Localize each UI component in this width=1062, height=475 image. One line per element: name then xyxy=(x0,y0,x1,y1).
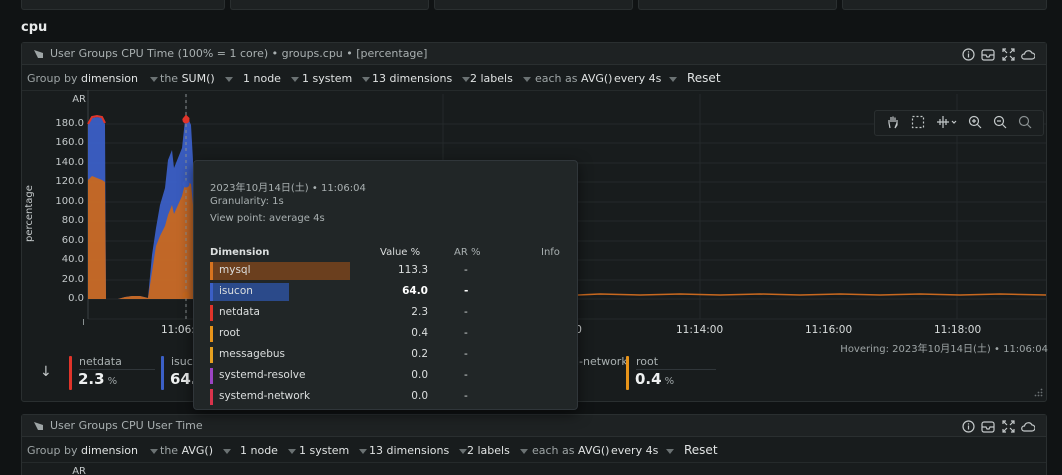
chart-tooltip: 2023年10月14日(土) • 11:06:04 Granularity: 1… xyxy=(193,160,578,410)
legend-item-isucon[interactable]: isuco 64. xyxy=(161,354,200,392)
legend-item-root[interactable]: root 0.4% xyxy=(626,354,716,392)
tooltip-dimension-name: systemd-network xyxy=(219,390,311,402)
x-tick: 11:18:00 xyxy=(934,324,982,336)
panel-header: User Groups CPU User Time xyxy=(22,415,1046,437)
settings-icon[interactable] xyxy=(1020,418,1036,434)
dimensions-select[interactable]: 13 dimensions xyxy=(369,444,468,457)
tooltip-dimension-ar: - xyxy=(464,264,468,276)
zoom-in-icon[interactable] xyxy=(968,115,982,132)
panel-title: User Groups CPU User Time xyxy=(50,419,203,432)
query-toolbar: Group by dimension the AVG() 1 node 1 sy… xyxy=(22,438,1046,463)
hover-timestamp: Hovering: 2023年10月14日(土) • 11:06:04 xyxy=(840,344,1048,355)
tooltip-color-swatch xyxy=(210,389,213,405)
each-as-select[interactable]: each as AVG() xyxy=(532,444,609,457)
legend-item-netdata[interactable]: netdata 2.3% xyxy=(69,354,155,392)
resize-handle-icon[interactable] xyxy=(1034,388,1043,397)
tooltip-granularity: Granularity: 1s xyxy=(210,196,284,207)
ar-label: AR xyxy=(72,466,86,475)
chart-panel-cpu-user-time: User Groups CPU User Time Group by dimen… xyxy=(21,414,1047,475)
tooltip-dimension-value: 2.3 xyxy=(411,306,428,318)
tooltip-row-isucon: isucon 64.0 - xyxy=(210,282,560,301)
dashboard-icon[interactable] xyxy=(980,418,996,434)
tooltip-dimension-value: 0.0 xyxy=(411,369,428,381)
tooltip-dimension-ar: - xyxy=(464,390,468,402)
tooltip-dimension-ar: - xyxy=(464,348,468,360)
tooltip-row-systemd-network: systemd-network 0.0 - xyxy=(210,387,560,405)
reset-zoom-icon[interactable] xyxy=(1018,115,1032,132)
aggregation-select[interactable]: the AVG() xyxy=(160,444,232,457)
tooltip-header-value: Value % xyxy=(380,247,421,258)
chart-icon xyxy=(34,422,43,430)
tooltip-color-swatch xyxy=(210,368,213,384)
tooltip-row-mysql: mysql 113.3 - xyxy=(210,261,560,280)
x-tick: 11:14:00 xyxy=(676,324,724,336)
tooltip-dimension-name: root xyxy=(219,327,241,339)
tooltip-dimension-value: 0.2 xyxy=(411,348,428,360)
interval-select[interactable]: every 4s xyxy=(611,444,675,457)
tooltip-view-point: View point: average 4s xyxy=(210,213,325,224)
nodes-select[interactable]: 1 node xyxy=(240,444,296,457)
group-by-select[interactable]: Group by dimension xyxy=(27,444,158,457)
tooltip-dimension-value: 0.4 xyxy=(411,327,428,339)
tooltip-dimension-name: messagebus xyxy=(219,348,285,360)
tooltip-header-ar: AR % xyxy=(454,247,481,258)
tooltip-dimension-ar: - xyxy=(464,285,469,297)
sort-arrow-icon[interactable]: ↓ xyxy=(40,364,52,380)
tooltip-color-swatch xyxy=(210,305,213,321)
fullscreen-icon[interactable] xyxy=(1000,418,1016,434)
tooltip-dimension-ar: - xyxy=(464,369,468,381)
tooltip-row-systemd-resolve: systemd-resolve 0.0 - xyxy=(210,366,560,384)
tooltip-header-dimension: Dimension xyxy=(210,247,270,258)
tooltip-dimension-ar: - xyxy=(464,306,468,318)
tooltip-color-swatch xyxy=(210,326,213,342)
tooltip-row-root: root 0.4 - xyxy=(210,324,560,342)
x-axis-start-tick xyxy=(83,319,84,325)
tooltip-dimension-name: netdata xyxy=(219,306,260,318)
tooltip-dimension-value: 64.0 xyxy=(402,285,428,297)
tooltip-row-messagebus: messagebus 0.2 - xyxy=(210,345,560,363)
tooltip-color-swatch xyxy=(210,347,213,363)
series-baseline xyxy=(577,293,1047,296)
tooltip-datetime: 2023年10月14日(土) • 11:06:04 xyxy=(210,183,366,194)
tooltip-row-netdata: netdata 2.3 - xyxy=(210,303,560,321)
tooltip-dimension-value: 0.0 xyxy=(411,390,428,402)
x-tick: 11:16:00 xyxy=(805,324,853,336)
zoom-out-icon[interactable] xyxy=(993,115,1007,132)
tooltip-dimension-ar: - xyxy=(464,327,468,339)
pan-icon[interactable] xyxy=(886,115,900,132)
tooltip-header-info: Info xyxy=(541,247,560,258)
tooltip-dimension-name: isucon xyxy=(219,285,253,297)
highlight-icon[interactable] xyxy=(936,115,958,132)
select-area-icon[interactable] xyxy=(911,115,925,132)
tooltip-dimension-value: 113.3 xyxy=(397,264,428,276)
tooltip-dimension-name: mysql xyxy=(219,264,251,276)
reset-button[interactable]: Reset xyxy=(684,443,718,457)
systems-select[interactable]: 1 system xyxy=(299,444,368,457)
tooltip-dimension-name: systemd-resolve xyxy=(219,369,306,381)
labels-select[interactable]: 2 labels xyxy=(467,444,528,457)
info-icon[interactable] xyxy=(960,418,976,434)
chart-toolbox xyxy=(874,110,1044,136)
